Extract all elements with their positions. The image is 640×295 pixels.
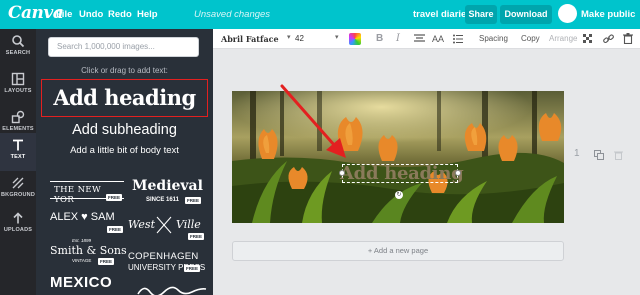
text-case-button[interactable]: AA [432,34,444,44]
download-button[interactable]: Download [500,5,552,24]
background-icon [12,177,24,189]
free-badge: FREE [184,265,201,272]
menu-file[interactable]: File [56,9,72,20]
sidebar-item-search[interactable]: SEARCH [0,29,36,67]
elements-icon [11,110,25,124]
document-title[interactable]: travel diaries [413,9,472,20]
page-number: 1 [574,148,580,159]
resize-handle-left[interactable] [339,170,345,176]
duplicate-page-icon[interactable] [594,150,604,160]
text-panel: Search 1,000,000 images... Click or drag… [36,29,213,295]
font-tile-alex-sam[interactable]: ALEX ♥ SAM FREE [50,211,130,235]
avatar[interactable] [558,4,577,23]
arrange-button[interactable]: Arrange [549,34,577,43]
font-tile-script[interactable] [136,283,208,295]
top-bar: Canva File Undo Redo Help Unsaved change… [0,0,640,29]
search-icon [12,35,25,48]
sidebar-item-label: SEARCH [5,50,31,56]
sidebar-rail: SEARCH LAYOUTS ELEMENTS TEXT BKGROUND UP… [0,29,36,295]
font-tile-west-ville[interactable]: West Ville FREE [128,215,208,241]
script-lettering [137,286,207,295]
list-icon[interactable] [453,34,463,44]
sidebar-item-background[interactable]: BKGROUND [0,171,36,209]
spacing-button[interactable]: Spacing [479,34,508,43]
selection-box[interactable] [342,164,458,183]
sidebar-item-label: TEXT [10,154,26,160]
free-badge: FREE [106,194,123,201]
link-icon[interactable] [603,34,614,44]
rotate-handle-icon[interactable]: ↻ [395,191,403,199]
menu-help[interactable]: Help [137,9,158,20]
text-color-picker[interactable] [349,33,361,45]
layouts-icon [11,72,25,86]
bold-button[interactable]: B [376,33,383,44]
make-public-button[interactable]: Make public [581,9,635,20]
design-page[interactable]: Add heading ↻ [232,91,564,223]
italic-button[interactable]: I [396,33,400,44]
font-tile-copenhagen[interactable]: COPENHAGEN UNIVERSITY PRESS FREE [128,251,210,273]
font-size-select[interactable]: 42 [295,34,304,43]
menu-redo[interactable]: Redo [108,9,132,20]
add-heading-button[interactable]: Add heading [41,79,208,117]
sidebar-item-label: LAYOUTS [4,88,32,94]
chevron-down-icon[interactable]: ▾ [335,33,339,41]
panel-hint: Click or drag to add text: [81,66,168,75]
trash-icon[interactable] [623,33,633,44]
text-toolbar: Abril Fatface ▾ 42 ▾ B I AA Spacing Copy… [213,29,640,49]
search-placeholder: Search 1,000,000 images... [57,42,155,51]
transparency-icon[interactable] [583,34,593,44]
sidebar-item-label: UPLOADS [3,227,33,233]
search-input[interactable]: Search 1,000,000 images... [48,37,199,57]
tulip-photo [232,91,564,223]
font-tile-smith-sons[interactable]: Est. 1899 Smith & Sons VINTAGE FREE [50,238,130,266]
free-badge: FREE [185,197,202,204]
sidebar-item-text[interactable]: TEXT [0,133,36,171]
text-icon [13,139,23,151]
sidebar-item-layouts[interactable]: LAYOUTS [0,67,36,105]
free-badge: FREE [98,258,115,265]
copy-button[interactable]: Copy [521,34,540,43]
free-badge: FREE [107,226,124,233]
uploads-icon [13,212,23,224]
font-family-select[interactable]: Abril Fatface [221,34,279,44]
resize-handle-right[interactable] [455,170,461,176]
font-tile-medieval[interactable]: Medieval SINCE 1611 FREE [130,177,206,207]
chevron-down-icon[interactable]: ▾ [287,33,291,41]
add-new-page-button[interactable]: + Add a new page [232,241,564,261]
sidebar-item-label: BKGROUND [1,192,35,198]
align-center-icon[interactable] [414,34,425,44]
cross-icon [156,216,172,234]
add-subheading-button[interactable]: Add subheading [36,122,213,138]
add-body-text-button[interactable]: Add a little bit of body text [36,145,213,156]
share-button[interactable]: Share [465,5,497,24]
menu-undo[interactable]: Undo [79,9,103,20]
unsaved-status: Unsaved changes [194,9,271,20]
sidebar-item-label: ELEMENTS [2,126,34,132]
sidebar-item-uploads[interactable]: UPLOADS [0,206,36,244]
font-tile-new-york[interactable]: THE NEW YOR FREE [50,181,124,205]
free-badge: FREE [188,233,205,240]
font-tile-mexico[interactable]: MEXICO [50,274,130,294]
delete-page-icon[interactable] [614,150,623,160]
